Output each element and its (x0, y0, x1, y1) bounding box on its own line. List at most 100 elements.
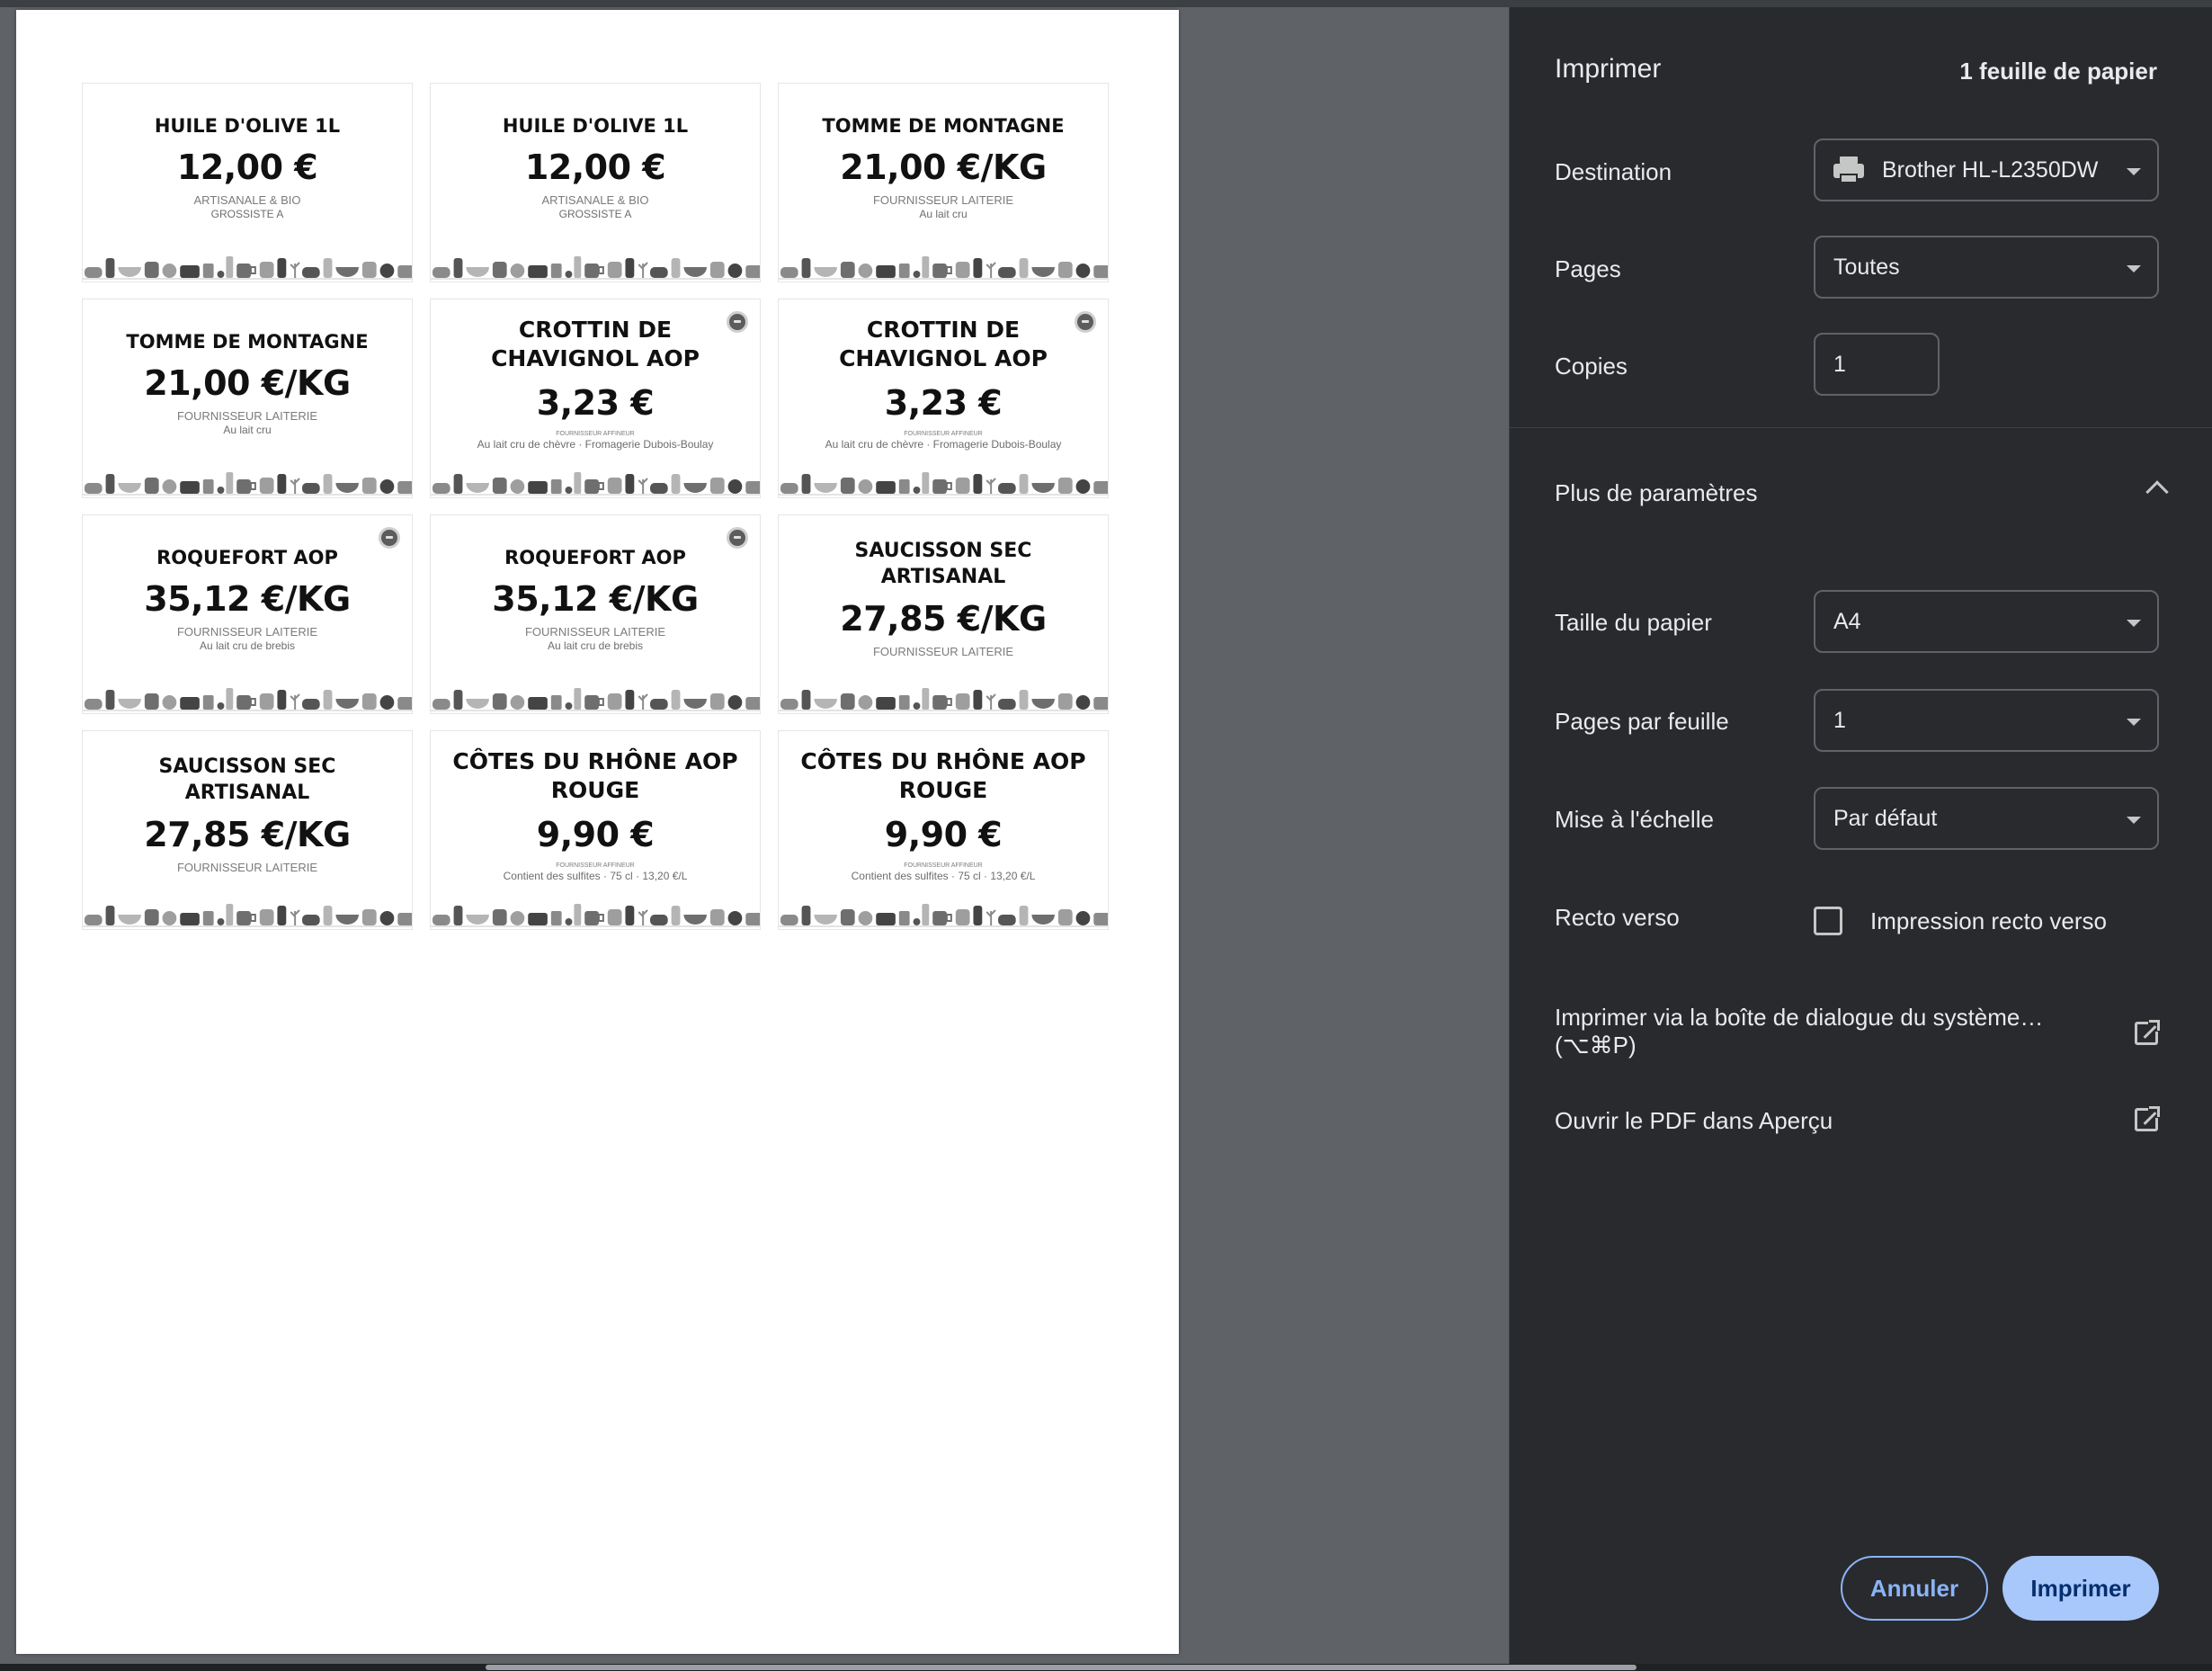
product-name: HUILE D'OLIVE 1L (154, 114, 341, 137)
grocery-icons-band (83, 470, 412, 497)
duplex-checkbox[interactable] (1814, 907, 1842, 935)
open-external-icon[interactable] (2135, 1019, 2161, 1045)
product-price: 27,85 €/KG (144, 815, 351, 855)
destination-select[interactable]: Brother HL-L2350DW (1814, 139, 2159, 201)
product-price: 3,23 € (884, 382, 1003, 423)
scale-label: Mise à l'échelle (1555, 806, 1714, 833)
print-settings-panel: Imprimer 1 feuille de papier Destination… (1509, 7, 2212, 1664)
product-price: 12,00 € (524, 147, 666, 187)
price-label: HUILE D'OLIVE 1L 12,00 € ARTISANALE & BI… (82, 83, 413, 282)
product-supplier: FOURNISSEUR AFFINEUR (556, 862, 635, 869)
product-name: SAUCISSON SEC ARTISANAL (854, 539, 1032, 588)
product-supplier: FOURNISSEUR LAITERIE (872, 645, 1014, 659)
pages-per-sheet-select[interactable]: 1 (1814, 689, 2159, 752)
product-detail: Au lait cru de brebis (547, 639, 644, 652)
grocery-icons-band (83, 902, 412, 929)
section-divider (1510, 427, 2212, 428)
aop-seal-icon (1075, 311, 1096, 333)
product-detail: Au lait cru (223, 423, 272, 436)
price-label: CROTTIN DE CHAVIGNOL AOP 3,23 € FOURNISS… (778, 299, 1109, 498)
open-pdf-link[interactable]: Ouvrir le PDF dans Aperçu (1555, 1107, 1833, 1135)
product-detail: GROSSISTE A (210, 207, 284, 220)
product-name: TOMME DE MONTAGNE (822, 114, 1065, 137)
system-dialog-link[interactable]: Imprimer via la boîte de dialogue du sys… (1555, 1004, 2076, 1059)
product-name: ROQUEFORT AOP (504, 546, 686, 568)
dropdown-caret-icon (2127, 265, 2141, 273)
aop-seal-icon (727, 311, 748, 333)
product-name: TOMME DE MONTAGNE (126, 330, 369, 353)
product-name: ROQUEFORT AOP (156, 546, 338, 568)
price-label: ROQUEFORT AOP 35,12 €/KG FOURNISSEUR LAI… (430, 514, 761, 714)
product-supplier: ARTISANALE & BIO (193, 192, 301, 207)
destination-label: Destination (1555, 158, 1672, 185)
product-detail: Contient des sulfites · 75 cl · 13,20 €/… (503, 869, 688, 882)
aop-seal-icon (727, 527, 748, 549)
cancel-button[interactable]: Annuler (1841, 1556, 1988, 1621)
product-price: 35,12 €/KG (492, 578, 699, 619)
grocery-icons-band (431, 686, 760, 713)
scale-value: Par défaut (1833, 805, 1938, 831)
price-label: CÔTES DU RHÔNE AOP ROUGE 9,90 € FOURNISS… (430, 730, 761, 930)
grocery-icons-band (431, 255, 760, 281)
product-supplier: FOURNISSEUR LAITERIE (524, 624, 666, 639)
window-top-edge (0, 0, 2212, 7)
copies-input[interactable]: 1 (1814, 333, 1940, 396)
grocery-icons-band (431, 902, 760, 929)
product-supplier: FOURNISSEUR AFFINEUR (556, 430, 635, 437)
product-price: 3,23 € (536, 382, 655, 423)
product-supplier: FOURNISSEUR LAITERIE (872, 192, 1014, 207)
scrollbar-thumb[interactable] (486, 1665, 1637, 1670)
paper-size-select[interactable]: A4 (1814, 590, 2159, 653)
grocery-icons-band (83, 686, 412, 713)
product-detail: Au lait cru de chèvre · Fromagerie Duboi… (825, 437, 1062, 451)
product-price: 21,00 €/KG (144, 362, 351, 403)
dialog-title: Imprimer (1555, 54, 1662, 84)
product-price: 35,12 €/KG (144, 578, 351, 619)
horizontal-scrollbar[interactable] (0, 1664, 2212, 1671)
grocery-icons-band (779, 686, 1108, 713)
product-detail: GROSSISTE A (558, 207, 632, 220)
paper-size-value: A4 (1833, 608, 1861, 634)
price-label: CROTTIN DE CHAVIGNOL AOP 3,23 € FOURNISS… (430, 299, 761, 498)
product-supplier: FOURNISSEUR LAITERIE (176, 861, 318, 875)
more-settings-toggle[interactable]: Plus de paramètres (1555, 479, 1757, 507)
print-button[interactable]: Imprimer (2002, 1556, 2159, 1621)
preview-page: HUILE D'OLIVE 1L 12,00 € ARTISANALE & BI… (16, 10, 1179, 1654)
sheet-count: 1 feuille de papier (1959, 58, 2157, 85)
product-detail: Contient des sulfites · 75 cl · 13,20 €/… (851, 869, 1036, 882)
price-label: HUILE D'OLIVE 1L 12,00 € ARTISANALE & BI… (430, 83, 761, 282)
copies-value: 1 (1833, 351, 1846, 377)
price-label: CÔTES DU RHÔNE AOP ROUGE 9,90 € FOURNISS… (778, 730, 1109, 930)
product-supplier: FOURNISSEUR AFFINEUR (904, 430, 983, 437)
product-supplier: FOURNISSEUR LAITERIE (176, 624, 318, 639)
grocery-icons-band (431, 470, 760, 497)
product-price: 21,00 €/KG (840, 147, 1047, 187)
grocery-icons-band (779, 902, 1108, 929)
duplex-option-label[interactable]: Impression recto verso (1870, 907, 2107, 935)
product-supplier: FOURNISSEUR LAITERIE (176, 408, 318, 423)
aop-seal-icon (379, 527, 400, 549)
price-label-grid: HUILE D'OLIVE 1L 12,00 € ARTISANALE & BI… (82, 83, 1114, 930)
chevron-up-icon[interactable] (2145, 480, 2169, 504)
scale-select[interactable]: Par défaut (1814, 787, 2159, 850)
product-name: CROTTIN DE CHAVIGNOL AOP (839, 316, 1048, 372)
product-detail: Au lait cru de chèvre · Fromagerie Duboi… (477, 437, 714, 451)
pages-select[interactable]: Toutes (1814, 236, 2159, 299)
price-label: ROQUEFORT AOP 35,12 €/KG FOURNISSEUR LAI… (82, 514, 413, 714)
paper-size-label: Taille du papier (1555, 609, 1712, 636)
product-price: 27,85 €/KG (840, 599, 1047, 639)
product-name: CÔTES DU RHÔNE AOP ROUGE (800, 747, 1086, 804)
pages-label: Pages (1555, 255, 1621, 282)
product-detail: Au lait cru de brebis (199, 639, 296, 652)
product-supplier: ARTISANALE & BIO (541, 192, 649, 207)
print-preview-area[interactable]: HUILE D'OLIVE 1L 12,00 € ARTISANALE & BI… (0, 7, 1509, 1664)
product-name: SAUCISSON SEC ARTISANAL (158, 755, 336, 804)
copies-label: Copies (1555, 353, 1628, 380)
open-external-icon[interactable] (2135, 1105, 2161, 1131)
dropdown-caret-icon (2127, 719, 2141, 726)
pages-per-sheet-value: 1 (1833, 707, 1846, 733)
pages-per-sheet-label: Pages par feuille (1555, 708, 1729, 735)
price-label: TOMME DE MONTAGNE 21,00 €/KG FOURNISSEUR… (82, 299, 413, 498)
grocery-icons-band (779, 255, 1108, 281)
product-supplier: FOURNISSEUR AFFINEUR (904, 862, 983, 869)
